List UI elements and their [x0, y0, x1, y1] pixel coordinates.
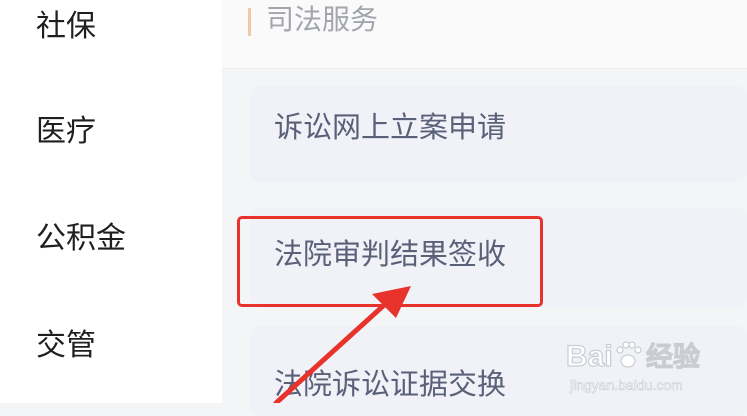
- service-card-verdict-receipt[interactable]: 法院审判结果签收: [250, 208, 747, 308]
- service-label: 法院诉讼证据交换: [274, 367, 507, 401]
- section-title: 司法服务: [266, 3, 379, 36]
- section-accent-bar: [248, 8, 251, 36]
- service-label: 诉讼网上立案申请: [274, 110, 507, 144]
- category-sidebar: 社保 医疗 公积金 交管: [0, 0, 222, 403]
- service-content: 司法服务 诉讼网上立案申请 法院审判结果签收 法院诉讼证据交换: [222, 0, 747, 416]
- service-card-online-filing[interactable]: 诉讼网上立案申请: [250, 86, 747, 182]
- sidebar-item-housing-fund[interactable]: 公积金: [36, 224, 126, 254]
- sidebar-item-medical[interactable]: 医疗: [36, 117, 96, 147]
- section-header: 司法服务: [222, 0, 747, 69]
- sidebar-item-traffic[interactable]: 交管: [36, 331, 96, 361]
- sidebar-item-social-security[interactable]: 社保: [36, 12, 96, 42]
- service-label: 法院审判结果签收: [274, 237, 507, 271]
